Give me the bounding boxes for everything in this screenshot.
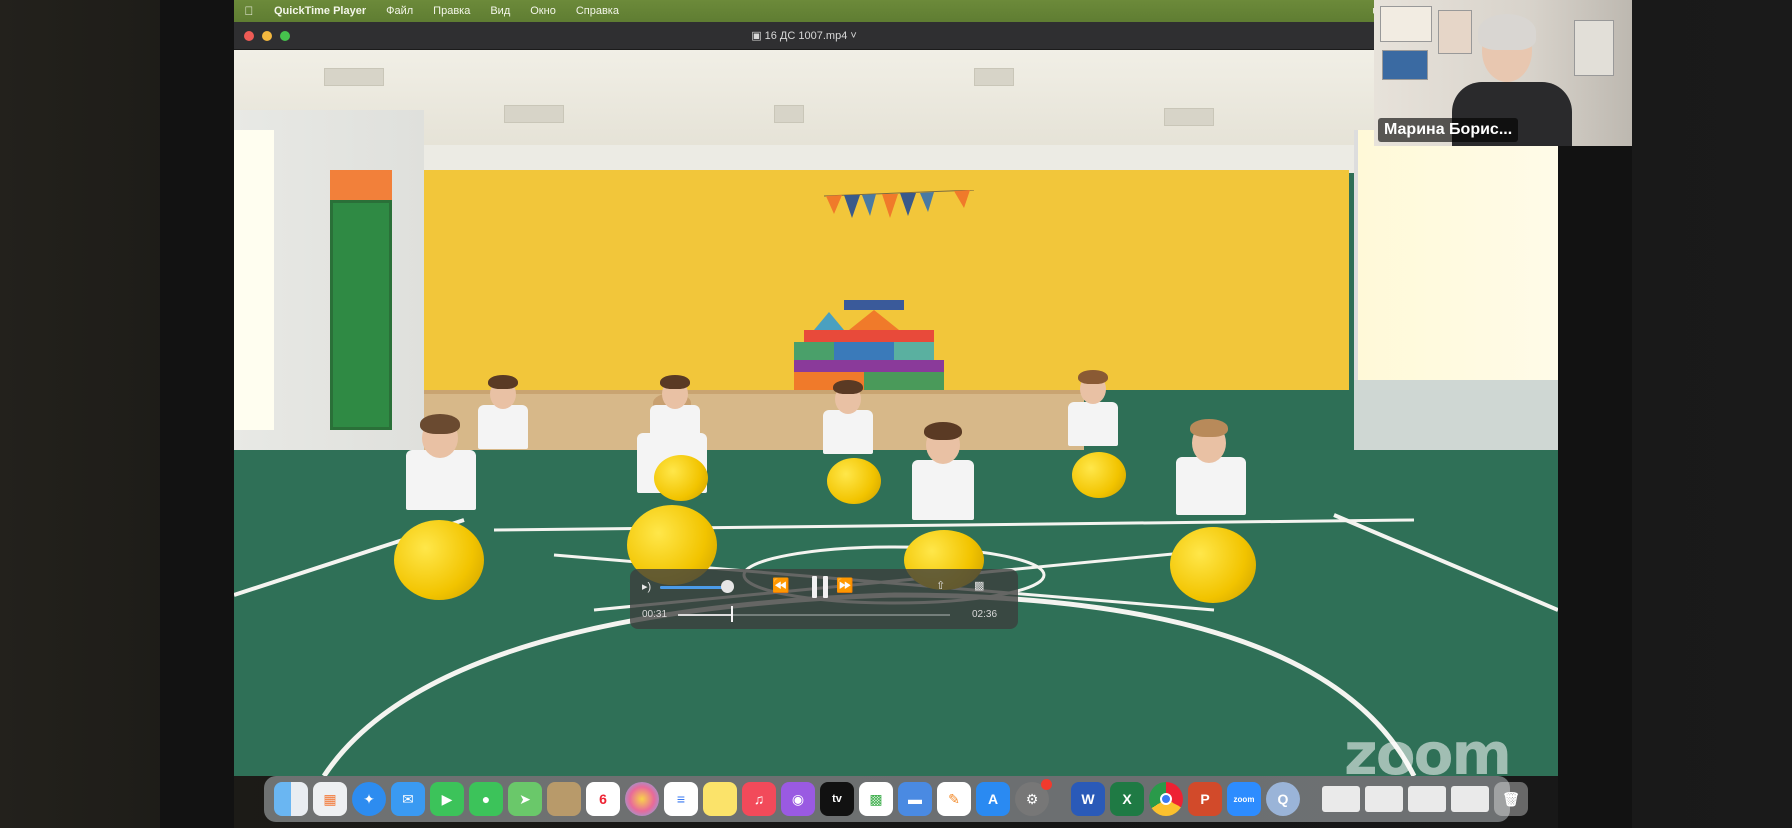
trash-icon[interactable]: 🗑	[1494, 782, 1528, 816]
podcasts-icon[interactable]: ◉	[781, 782, 815, 816]
dock-minimized-window[interactable]	[1322, 786, 1360, 812]
scene-child	[809, 380, 889, 510]
app-store-icon[interactable]: A	[976, 782, 1010, 816]
volume-fill	[660, 586, 727, 589]
duration-time: 02:36	[972, 609, 998, 620]
menu-view[interactable]: Вид	[480, 5, 520, 17]
calendar-icon[interactable]: 6	[586, 782, 620, 816]
scene-child	[634, 375, 714, 505]
calendar-day: 6	[599, 791, 607, 807]
picture-in-picture-icon[interactable]: ▩	[974, 579, 984, 592]
dock-minimized-window[interactable]	[1408, 786, 1446, 812]
facetime-icon[interactable]: ▶	[430, 782, 464, 816]
video-file-name: 16 ДС 1007.mp4	[764, 30, 848, 42]
word-icon[interactable]: W	[1071, 782, 1105, 816]
wall-poster	[1382, 50, 1428, 80]
powerpoint-icon[interactable]: P	[1188, 782, 1222, 816]
menu-window[interactable]: Окно	[520, 5, 566, 17]
menu-help[interactable]: Справка	[566, 5, 629, 17]
scene-child	[874, 420, 1014, 590]
quicktime-controls: ▸) ⏪ ⏩ ⇧ ▩ 00:31 02:36	[630, 569, 1018, 629]
excel-icon[interactable]: X	[1110, 782, 1144, 816]
dock-minimized-window[interactable]	[1365, 786, 1403, 812]
wall-poster	[1380, 6, 1432, 42]
mac-menubar:  QuickTime Player Файл Правка Вид Окно …	[234, 0, 1558, 22]
launchpad-icon[interactable]: ▦	[313, 782, 347, 816]
wall-poster	[1438, 10, 1472, 54]
video-frame[interactable]	[234, 50, 1558, 776]
reminders-icon[interactable]: ≡	[664, 782, 698, 816]
left-letterbox	[160, 0, 234, 828]
music-icon[interactable]: ♫	[742, 782, 776, 816]
apple-menu-icon[interactable]: 	[234, 4, 264, 18]
photos-folder-icon[interactable]	[547, 782, 581, 816]
wall-poster	[1574, 20, 1614, 76]
scrubber-fill	[678, 614, 733, 616]
chevron-down-icon[interactable]: ˅	[847, 30, 856, 42]
volume-knob[interactable]	[720, 580, 734, 593]
photos-icon[interactable]	[625, 782, 659, 816]
menu-file[interactable]: Файл	[376, 5, 423, 17]
dock-minimized-window[interactable]	[1451, 786, 1489, 812]
playhead[interactable]	[731, 606, 734, 622]
scene-child	[464, 375, 544, 505]
rewind-button[interactable]: ⏪	[772, 577, 789, 594]
zoom-icon[interactable]: zoom	[1227, 782, 1261, 816]
notification-badge	[1041, 779, 1052, 790]
menu-edit[interactable]: Правка	[423, 5, 480, 17]
mac-dock: ▦ ✦ ✉ ▶ ● ➤ 6 ≡ ♫ ◉ tv ▩ ▬ ✎ A ⚙ W X P z…	[264, 776, 1528, 822]
messages-icon[interactable]: ●	[469, 782, 503, 816]
system-preferences-icon[interactable]: ⚙	[1015, 779, 1052, 816]
window-title: ▣ 16 ДС 1007.mp4 ˅	[234, 29, 1374, 42]
zoom-meeting-window:  QuickTime Player Файл Правка Вид Окно …	[0, 0, 1792, 828]
scene-child	[1134, 415, 1284, 615]
finder-icon[interactable]	[274, 782, 308, 816]
scrubber-track[interactable]	[678, 614, 950, 616]
maps-icon[interactable]: ➤	[508, 782, 542, 816]
share-icon[interactable]: ⇧	[936, 579, 945, 592]
quicktime-icon[interactable]: Q	[1266, 782, 1300, 816]
pause-button[interactable]	[812, 576, 830, 598]
safari-icon[interactable]: ✦	[352, 782, 386, 816]
speaker-icon[interactable]: ▸)	[642, 580, 651, 593]
pages-icon[interactable]: ✎	[937, 782, 971, 816]
elapsed-time: 00:31	[642, 609, 668, 620]
video-file-icon: ▣	[751, 30, 765, 42]
menu-app-name[interactable]: QuickTime Player	[264, 5, 376, 17]
notes-icon[interactable]	[703, 782, 737, 816]
numbers-icon[interactable]: ▩	[859, 782, 893, 816]
quicktime-title-bar: ▣ 16 ДС 1007.mp4 ˅	[234, 22, 1374, 50]
participant-video-tile[interactable]: Марина Борис...	[1374, 0, 1632, 146]
shared-screen:  QuickTime Player Файл Правка Вид Окно …	[234, 0, 1558, 828]
apple-tv-icon[interactable]: tv	[820, 782, 854, 816]
scene-child	[1054, 370, 1134, 500]
keynote-icon[interactable]: ▬	[898, 782, 932, 816]
fast-forward-button[interactable]: ⏩	[836, 577, 853, 594]
mail-icon[interactable]: ✉	[391, 782, 425, 816]
chrome-icon[interactable]	[1149, 782, 1183, 816]
participant-hair	[1478, 14, 1536, 50]
participant-name: Марина Борис...	[1378, 118, 1519, 142]
